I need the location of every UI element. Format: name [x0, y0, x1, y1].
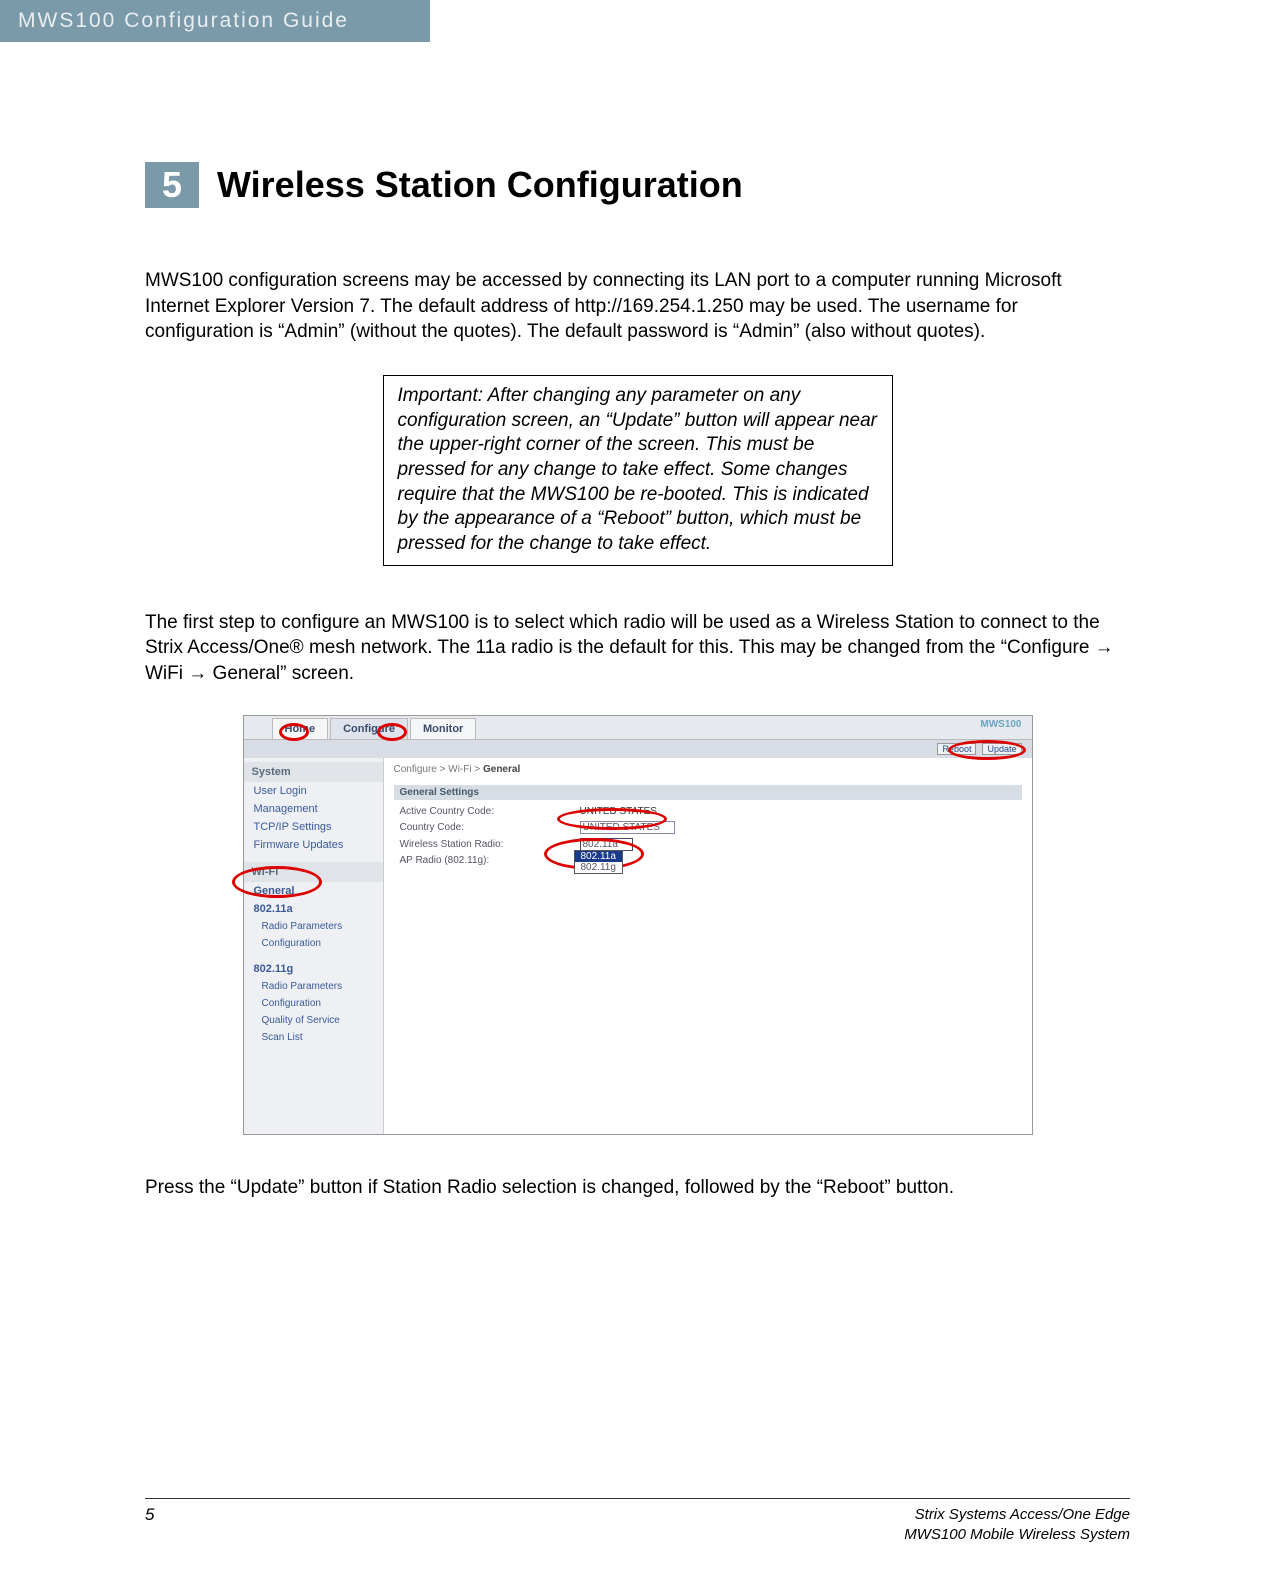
sidebar-item-qos[interactable]: Quality of Service — [244, 1012, 383, 1029]
action-bar: Reboot Update — [244, 740, 1032, 758]
sidebar-item-tcpip[interactable]: TCP/IP Settings — [244, 818, 383, 836]
screenshot-body: System User Login Management TCP/IP Sett… — [244, 758, 1032, 1134]
sidebar-item-userlogin[interactable]: User Login — [244, 782, 383, 800]
footer-line1: Strix Systems Access/One Edge — [904, 1505, 1130, 1525]
header-title: MWS100 Configuration Guide — [18, 9, 349, 33]
reboot-button[interactable]: Reboot — [937, 743, 976, 755]
label-ap-radio: AP Radio (802.11g): — [400, 855, 580, 866]
config-screenshot: Home Configure Monitor MWS100 Reboot Upd… — [243, 715, 1033, 1135]
row-station-radio: Wireless Station Radio: 802.11a 802.11a … — [394, 836, 1022, 853]
sidebar-item-firmware[interactable]: Firmware Updates — [244, 836, 383, 854]
footer-right: Strix Systems Access/One Edge MWS100 Mob… — [904, 1505, 1130, 1544]
sidebar-section-wifi: Wi-Fi — [244, 862, 383, 882]
footer-line2: MWS100 Mobile Wireless System — [904, 1525, 1130, 1545]
step-paragraph: The first step to configure an MWS100 is… — [145, 610, 1130, 687]
dropdown-option-80211g[interactable]: 802.11g — [575, 862, 622, 873]
label-station-radio: Wireless Station Radio: — [400, 839, 580, 850]
row-country-code: Country Code: UNITED STATES — [394, 819, 1022, 836]
header-band: MWS100 Configuration Guide — [0, 0, 430, 42]
breadcrumb-current: General — [483, 764, 520, 775]
sidebar-item-configuration-a[interactable]: Configuration — [244, 935, 383, 952]
sidebar-item-general[interactable]: General — [244, 882, 383, 900]
tab-home[interactable]: Home — [272, 718, 329, 739]
sidebar-item-radioparams-g[interactable]: Radio Parameters — [244, 978, 383, 995]
closing-paragraph: Press the “Update” button if Station Rad… — [145, 1175, 1130, 1201]
important-callout: Important: After changing any parameter … — [383, 375, 893, 566]
label-country-code: Country Code: — [400, 822, 580, 833]
tab-bar: Home Configure Monitor MWS100 — [244, 716, 1032, 740]
value-active-country: UNITED STATES — [580, 806, 657, 817]
sidebar-item-radioparams-a[interactable]: Radio Parameters — [244, 918, 383, 935]
sidebar-item-80211a[interactable]: 802.11a — [244, 900, 383, 918]
update-button[interactable]: Update — [982, 743, 1021, 755]
dropdown-station-radio: 802.11a 802.11g — [574, 850, 623, 874]
breadcrumb: Configure > Wi-Fi > General — [394, 764, 1022, 775]
select-country-code[interactable]: UNITED STATES — [580, 821, 675, 834]
page-number: 5 — [145, 1505, 154, 1525]
screenshot-container: Home Configure Monitor MWS100 Reboot Upd… — [145, 715, 1130, 1135]
label-active-country: Active Country Code: — [400, 806, 580, 817]
intro-paragraph: MWS100 configuration screens may be acce… — [145, 268, 1130, 345]
callout-container: Important: After changing any parameter … — [145, 375, 1130, 566]
page-content: 5 Wireless Station Configuration MWS100 … — [0, 42, 1275, 1200]
tab-monitor[interactable]: Monitor — [410, 718, 476, 739]
main-pane: Configure > Wi-Fi > General General Sett… — [384, 758, 1032, 1134]
chapter-title: Wireless Station Configuration — [217, 164, 743, 206]
sidebar-item-management[interactable]: Management — [244, 800, 383, 818]
page-footer: 5 Strix Systems Access/One Edge MWS100 M… — [145, 1498, 1130, 1544]
settings-header: General Settings — [394, 785, 1022, 800]
dropdown-option-80211a[interactable]: 802.11a — [575, 851, 622, 862]
tab-configure[interactable]: Configure — [330, 718, 408, 739]
chapter-heading: 5 Wireless Station Configuration — [145, 162, 1130, 208]
sidebar-item-scanlist[interactable]: Scan List — [244, 1029, 383, 1046]
sidebar-item-configuration-g[interactable]: Configuration — [244, 995, 383, 1012]
breadcrumb-path: Configure > Wi-Fi > — [394, 764, 483, 775]
chapter-number: 5 — [145, 162, 199, 208]
sidebar-section-system: System — [244, 762, 383, 782]
device-label: MWS100 — [980, 719, 1021, 730]
row-active-country: Active Country Code: UNITED STATES — [394, 804, 1022, 819]
sidebar: System User Login Management TCP/IP Sett… — [244, 758, 384, 1134]
sidebar-item-80211g[interactable]: 802.11g — [244, 960, 383, 978]
row-ap-radio: AP Radio (802.11g): — [394, 853, 1022, 868]
